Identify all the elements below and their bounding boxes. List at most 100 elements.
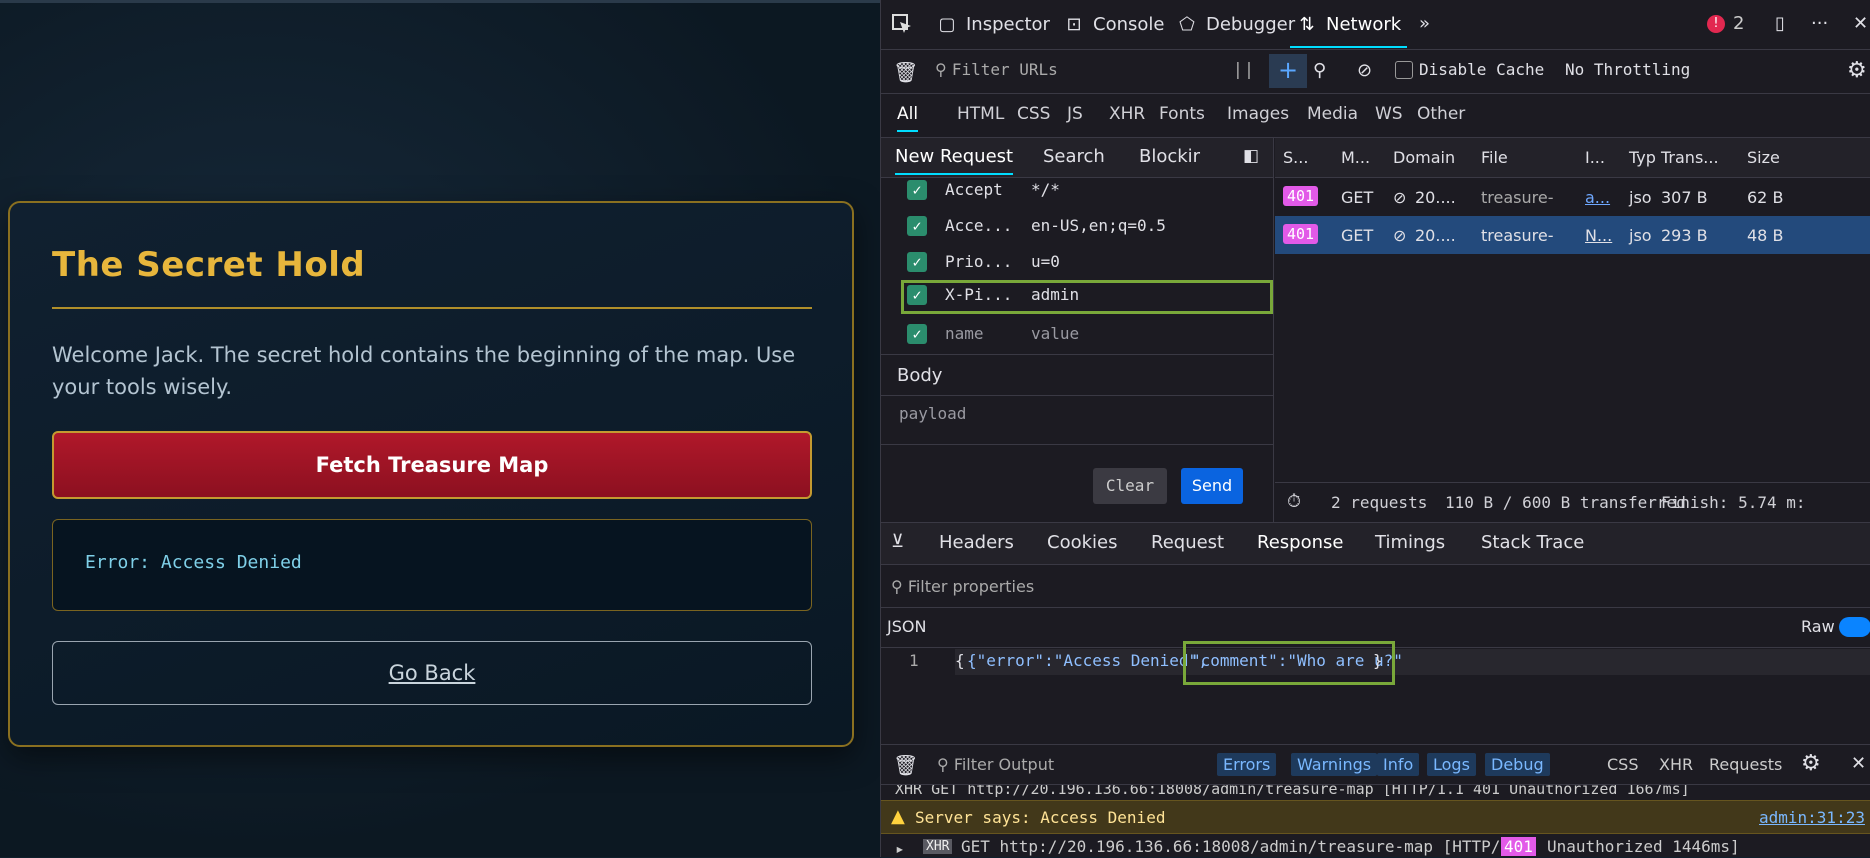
table-row[interactable]: 401 GET ⊘ 20.... treasure- a... jso 307 … [1275,178,1870,216]
fetch-treasure-map-button[interactable]: Fetch Treasure Map [52,431,812,499]
filter-icon: ⚲ [935,60,952,79]
error-count-badge[interactable]: ! 2 [1707,13,1744,34]
request-type-filter: All HTML CSS JS XHR Fonts Images Media W… [881,94,1870,138]
level-debug[interactable]: Debug [1485,753,1550,776]
go-back-link[interactable]: Go Back [52,641,812,705]
col-initiator[interactable]: I... [1585,148,1605,167]
details-tabs: ⊻ Headers Cookies Request Response Timin… [881,523,1870,565]
tab-debugger[interactable]: ⬠ Debugger [1176,13,1295,35]
raw-toggle[interactable] [1839,617,1870,637]
tab-response[interactable]: Response [1257,532,1343,553]
level-info[interactable]: Info [1377,753,1420,776]
new-request-panel: New Request Search Blockir ◧ ✓ Accept */* … [881,138,1274,522]
more-tools-icon[interactable]: » [1419,13,1430,34]
table-row-selected[interactable]: 401 GET ⊘ 20.... treasure- N... jso 293 … [1275,216,1870,254]
close-devtools-icon[interactable]: ✕ [1853,13,1868,34]
checkbox-icon[interactable]: ✓ [907,180,927,200]
console-settings-gear-icon[interactable]: ⚙ [1801,751,1821,776]
request-list: S... M... Domain File I... Typ Trans... … [1275,138,1870,522]
filter-urls-input[interactable]: ⚲ Filter URLs [935,60,1058,79]
filter-css[interactable]: CSS [1017,104,1050,124]
checkbox-icon[interactable]: ✓ [907,252,927,272]
checkbox-icon[interactable]: ✓ [907,216,927,236]
element-picker-icon[interactable] [891,13,913,35]
new-header-row[interactable]: ✓ name value [881,318,1274,354]
block-icon[interactable]: ⊘ [1357,60,1372,81]
send-button[interactable]: Send [1181,468,1243,504]
throttling-select[interactable]: No Throttling [1565,60,1690,79]
tab-network[interactable]: ⇅ Network [1289,13,1408,48]
checkbox-icon[interactable]: ✓ [907,324,927,344]
error-icon: ! [1707,14,1725,33]
filter-html[interactable]: HTML [957,104,1004,124]
tab-new-request[interactable]: New Request [895,146,1014,175]
filter-fonts[interactable]: Fonts [1159,104,1205,124]
header-row[interactable]: ✓ Acce... en-US,en;q=0.5 [881,210,1274,246]
tab-headers[interactable]: Headers [939,532,1014,553]
console-icon: ⊡ [1066,13,1082,35]
search-icon[interactable]: ⚲ [1313,60,1326,81]
more-options-icon[interactable]: ··· [1811,13,1828,34]
close-icon[interactable]: ✕ [1851,753,1866,774]
console-warning[interactable]: ▲ Server says: Access Denied admin:31:23 [881,800,1870,834]
filter-icon: ⚲ [891,577,908,596]
insecure-icon: ⊘ [1393,188,1407,207]
welcome-text: Welcome Jack. The secret hold contains t… [52,343,796,399]
level-logs[interactable]: Logs [1427,753,1476,776]
settings-gear-icon[interactable]: ⚙ [1847,58,1867,83]
filter-xhr[interactable]: XHR [1659,755,1693,774]
collapse-panel-icon[interactable]: ◧ [1243,146,1259,166]
col-type[interactable]: Typ [1629,148,1656,167]
level-warnings[interactable]: Warnings [1291,753,1378,776]
console-log-line[interactable]: ▸ XHR GET http://20.196.136.66:18008/adm… [881,837,1870,858]
level-errors[interactable]: Errors [1217,753,1277,776]
body-input[interactable]: payload [899,404,966,423]
col-size[interactable]: Size [1747,148,1780,167]
filter-properties-input[interactable]: ⚲ Filter properties [891,577,1034,596]
tab-timings[interactable]: Timings [1375,532,1445,553]
filter-xhr[interactable]: XHR [1109,104,1145,124]
checkbox-icon[interactable]: ✓ [907,285,927,305]
filter-css[interactable]: CSS [1607,755,1638,774]
insecure-icon: ⊘ [1393,226,1407,245]
network-summary: ⏱ 2 requests 110 B / 600 B transferred F… [1275,482,1870,522]
new-request-icon[interactable]: + [1269,54,1307,88]
col-status[interactable]: S... [1283,148,1308,167]
tab-request[interactable]: Request [1151,532,1224,553]
clear-button[interactable]: Clear [1093,468,1167,504]
trash-icon[interactable]: 🗑 [893,60,918,84]
filter-all[interactable]: All [897,104,919,132]
col-method[interactable]: M... [1341,148,1370,167]
tab-inspector[interactable]: ▢ Inspector [936,13,1049,35]
tab-cookies[interactable]: Cookies [1047,532,1117,553]
expand-icon[interactable]: ▸ [895,839,905,858]
pause-icon[interactable]: | | [1235,60,1252,80]
filter-output-input[interactable]: ⚲ Filter Output [937,755,1054,774]
filter-media[interactable]: Media [1307,104,1358,124]
col-domain[interactable]: Domain [1393,148,1455,167]
header-row[interactable]: ✓ Accept */* [881,174,1274,210]
tab-stack-trace[interactable]: Stack Trace [1481,532,1584,553]
status-badge: 401 [1283,224,1319,244]
trash-icon[interactable]: 🗑 [893,753,918,777]
filter-images[interactable]: Images [1227,104,1289,124]
filter-other[interactable]: Other [1417,104,1465,124]
filter-requests[interactable]: Requests [1709,755,1782,774]
warning-source-link[interactable]: admin:31:23 [1759,808,1865,827]
filter-ws[interactable]: WS [1375,104,1403,124]
toggle-sidebar-icon[interactable]: ⊻ [891,531,904,552]
status-badge: 401 [1283,186,1319,206]
col-transferred[interactable]: Trans... [1661,148,1719,167]
disable-cache-checkbox[interactable]: Disable Cache [1395,60,1544,79]
col-file[interactable]: File [1481,148,1508,167]
tab-blocking[interactable]: Blockir [1139,146,1200,167]
filter-js[interactable]: JS [1067,104,1083,124]
tab-console[interactable]: ⊡ Console [1063,13,1164,35]
request-table-header: S... M... Domain File I... Typ Trans... … [1275,138,1870,178]
console-log-line[interactable]: XHR GET http://20.196.136.66:18008/admin… [895,785,1690,799]
tab-search[interactable]: Search [1043,146,1105,167]
responsive-mode-icon[interactable]: ▯ [1775,13,1785,34]
header-row[interactable]: ✓ Prio... u=0 [881,246,1274,282]
divider [881,607,1870,608]
header-row-highlighted[interactable]: ✓ X-Pi... admin [901,280,1273,314]
